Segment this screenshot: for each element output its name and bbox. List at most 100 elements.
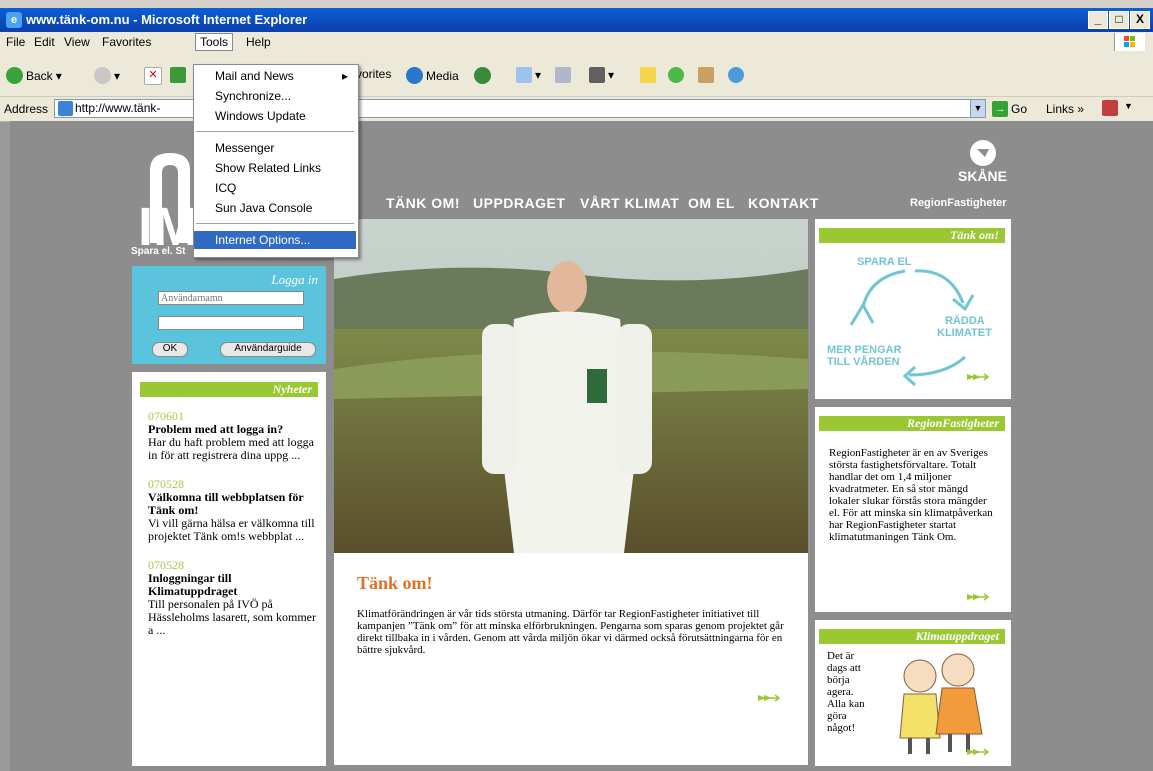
nav-kontakt[interactable]: KONTAKT (748, 195, 819, 211)
mail-icon (516, 67, 532, 83)
skane-wordmark: SKÅNE (958, 168, 1008, 184)
logo-tagline: Spara el. St (131, 246, 186, 257)
menu-item-internet-options[interactable]: Internet Options... (194, 231, 356, 249)
region-box-title: RegionFastigheter (819, 416, 1005, 431)
window-title: www.tänk-om.nu - Microsoft Internet Expl… (26, 12, 308, 27)
refresh-icon (170, 67, 186, 83)
klimat-box-body: Det är dags att börja agera. Alla kan gö… (827, 650, 865, 734)
story-panel: Tänk om! Klimatförändringen är vår tids … (334, 553, 808, 765)
menu-bar: File Edit View Favorites Tools Help (0, 32, 1153, 53)
go-button[interactable]: → Go (992, 101, 1027, 117)
news-item[interactable]: 070601 Problem med att logga in? Har du … (148, 410, 318, 462)
menu-favorites[interactable]: Favorites (102, 35, 151, 49)
region-box-body: RegionFastigheter är en av Sveriges stör… (829, 447, 993, 543)
nav-uppdraget[interactable]: UPPDRAGET (473, 195, 565, 211)
user-guide-button[interactable]: Användarguide (220, 342, 316, 357)
menu-view[interactable]: View (64, 35, 90, 49)
media-button[interactable]: Media (406, 67, 459, 84)
menu-separator (196, 131, 354, 132)
hero-photo (334, 219, 808, 553)
menu-separator (196, 223, 354, 224)
standard-toolbar: Back ▾ ▾ ✕ vorites Media ▾ ▾ (0, 52, 1153, 96)
forward-button[interactable]: ▾ (94, 67, 120, 84)
discuss-button[interactable] (640, 67, 656, 83)
cycle-mer-pengar: MER PENGAR (827, 344, 902, 356)
login-ok-button[interactable]: OK (152, 342, 188, 357)
cycle-spara-el: SPARA EL (857, 256, 912, 268)
icq-button[interactable] (668, 67, 684, 83)
login-box: Logga in OK Användarguide (132, 266, 326, 364)
address-label: Address (4, 102, 49, 116)
tankom-box-title: Tänk om! (819, 228, 1005, 243)
history-button[interactable] (474, 67, 491, 84)
news-item[interactable]: 070528 Välkomna till webbplatsen för Tän… (148, 478, 318, 543)
research-icon (698, 67, 714, 83)
news-list: 070601 Problem med att logga in? Har du … (148, 410, 318, 637)
close-button[interactable]: X (1130, 11, 1150, 29)
refresh-button[interactable] (170, 67, 186, 83)
cycle-till-varden: TILL VÅRDEN (827, 356, 900, 368)
history-icon (474, 67, 491, 84)
mail-button[interactable]: ▾ (516, 67, 541, 83)
klimat-panel: Klimatuppdraget Det är dags att börja ag… (815, 620, 1011, 766)
menu-file[interactable]: File (6, 35, 25, 49)
menu-item-synchronize[interactable]: Synchronize... (194, 87, 356, 105)
media-icon (406, 67, 423, 84)
menu-item-icq[interactable]: ICQ (194, 179, 356, 197)
news-item[interactable]: 070528 Inloggningar till Klimatuppdraget… (148, 559, 318, 637)
menu-item-windows-update[interactable]: Windows Update (194, 107, 356, 125)
nav-vart-klimat[interactable]: VÅRT KLIMAT (580, 195, 679, 211)
stop-button[interactable]: ✕ (144, 67, 162, 85)
menu-help[interactable]: Help (246, 35, 271, 49)
maximize-button[interactable]: □ (1109, 11, 1129, 29)
note-icon (640, 67, 656, 83)
menu-item-sun-java-console[interactable]: Sun Java Console (194, 199, 356, 217)
ie-icon: e (6, 12, 22, 28)
edit-button[interactable]: ▾ (589, 67, 614, 83)
story-body: Klimatförändringen är vår tids största u… (357, 608, 784, 656)
news-excerpt: Till personalen på IVÖ på Hässleholms la… (148, 597, 316, 637)
minimize-button[interactable]: _ (1088, 11, 1108, 29)
windows-logo-icon (1114, 33, 1145, 51)
news-headline[interactable]: Inloggningar till Klimatuppdraget (148, 572, 318, 598)
news-excerpt: Har du haft problem med att logga in för… (148, 435, 314, 462)
go-arrow-icon: → (992, 101, 1008, 117)
menu-item-mail-and-news[interactable]: Mail and News ▸ (194, 67, 356, 85)
nav-om-el[interactable]: OM EL (688, 195, 735, 211)
back-arrow-icon (6, 67, 23, 84)
research-button[interactable] (698, 67, 714, 83)
read-more-arrow-icon[interactable] (967, 747, 989, 757)
links-button[interactable]: Links » (1046, 102, 1084, 116)
address-bar: Address http://www.tänk- ▼ → Go Links » … (0, 96, 1153, 122)
stop-icon: ✕ (144, 67, 162, 85)
news-panel: Nyheter 070601 Problem med att logga in?… (132, 372, 326, 766)
news-excerpt: Vi vill gärna hälsa er välkomna till pro… (148, 516, 315, 543)
addon-icon[interactable] (1102, 100, 1118, 116)
messenger-button[interactable] (728, 67, 744, 83)
menu-item-messenger[interactable]: Messenger (194, 139, 356, 157)
read-more-arrow-icon[interactable] (967, 592, 989, 602)
password-input[interactable] (158, 316, 304, 330)
news-headline[interactable]: Välkomna till webbplatsen för Tänk om! (148, 491, 318, 517)
region-header-label: RegionFastigheter (910, 197, 1007, 209)
addon-dropdown-icon[interactable]: ▼ (1124, 101, 1133, 111)
forward-arrow-icon (94, 67, 111, 84)
tools-dropdown-menu: Mail and News ▸ Synchronize... Windows U… (193, 64, 359, 258)
favorites-button[interactable]: vorites (356, 67, 391, 81)
menu-item-show-related-links[interactable]: Show Related Links (194, 159, 356, 177)
address-dropdown-button[interactable]: ▼ (970, 99, 986, 118)
nav-tank-om[interactable]: TÄNK OM! (386, 195, 460, 211)
read-more-arrow-icon[interactable] (967, 372, 989, 382)
tankom-cycle-panel: Tänk om! SPARA EL RÄDDA KLIMATET MER PEN… (815, 219, 1011, 399)
menu-edit[interactable]: Edit (34, 35, 55, 49)
submenu-arrow-icon: ▸ (341, 69, 348, 83)
read-more-arrow-icon[interactable] (758, 693, 780, 703)
print-button[interactable] (555, 67, 571, 83)
klimat-box-title: Klimatuppdraget (819, 629, 1005, 644)
menu-tools[interactable]: Tools (195, 33, 234, 51)
edit-icon (589, 67, 605, 83)
login-title: Logga in (271, 272, 318, 287)
username-input[interactable] (158, 291, 304, 305)
back-button[interactable]: Back ▾ (6, 67, 62, 84)
messenger-icon (728, 67, 744, 83)
